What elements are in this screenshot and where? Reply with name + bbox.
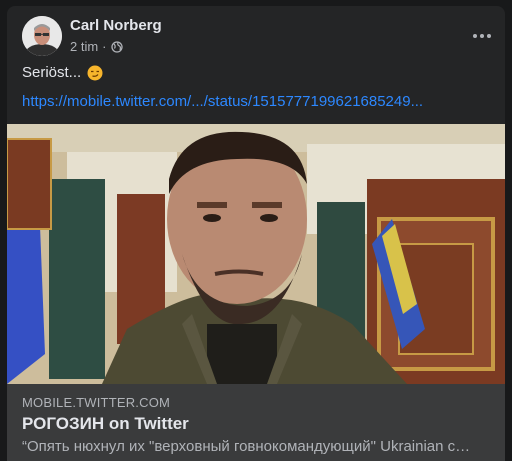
post-link[interactable]: https://mobile.twitter.com/.../status/15… [22,93,423,110]
post-header: Carl Norberg 2 tim · [22,16,491,56]
link-title[interactable]: РОГОЗИН on Twitter [22,414,189,434]
post-timestamp[interactable]: 2 tim [70,39,98,54]
link-domain: MOBILE.TWITTER.COM [22,395,171,410]
smirking-face-emoji-icon [87,65,103,81]
avatar[interactable] [22,16,62,56]
link-description: “Опять нюхнул их "верховный говнокоманду… [22,438,471,455]
link-preview-footer[interactable]: MOBILE.TWITTER.COM РОГОЗИН on Twitter “О… [7,384,505,461]
post-card: Carl Norberg 2 tim · Seriöst... https://… [7,6,505,461]
link-preview-image[interactable] [7,124,505,384]
post-meta: 2 tim · [70,39,123,54]
post-message: Seriöst... [22,64,82,81]
more-options-icon[interactable] [468,22,496,50]
meta-separator: · [102,39,107,54]
author-name[interactable]: Carl Norberg [70,17,162,34]
post-text: Seriöst... [22,64,103,81]
globe-icon [110,40,123,53]
